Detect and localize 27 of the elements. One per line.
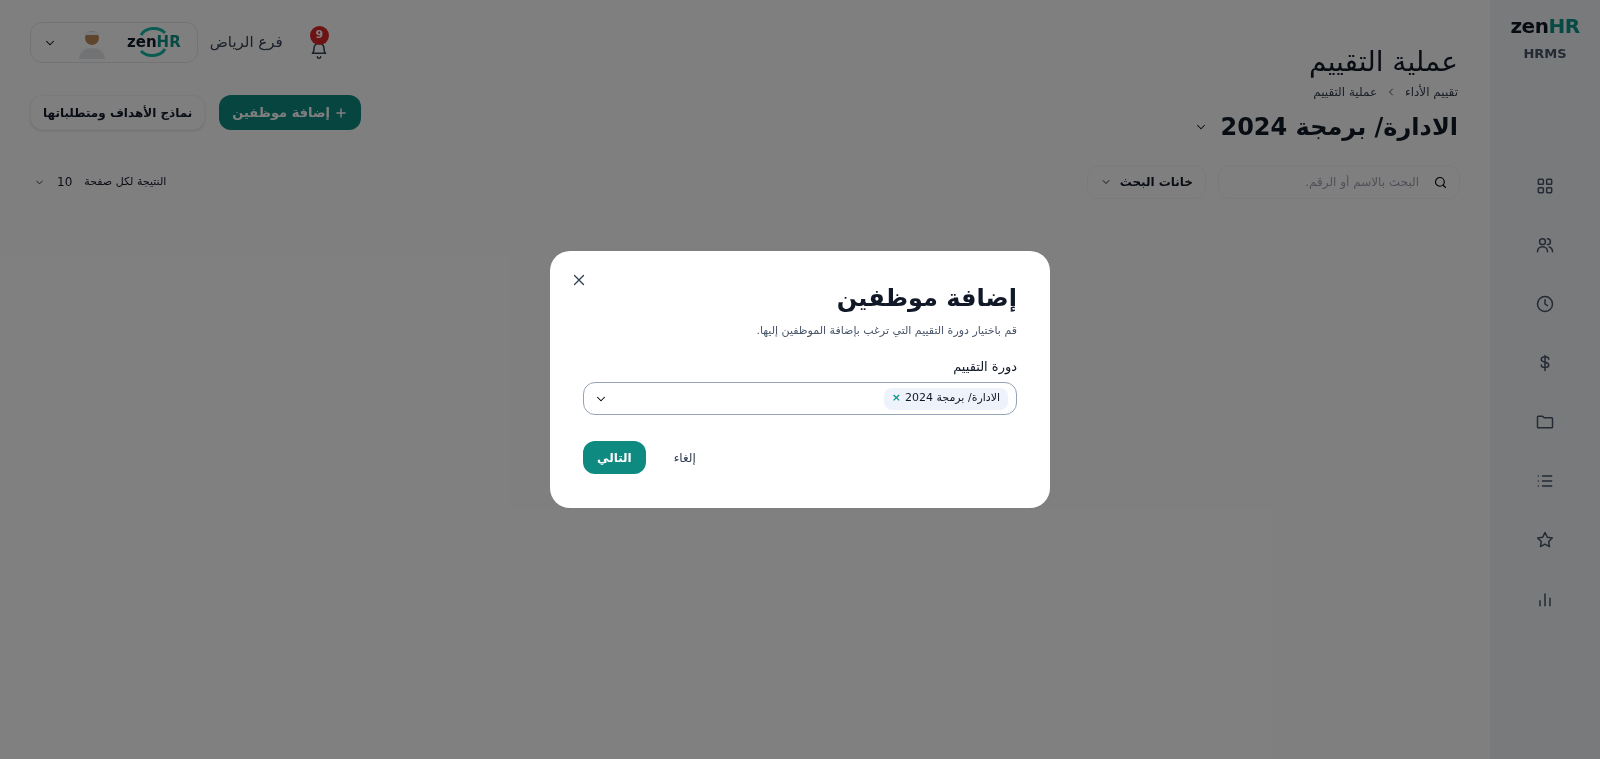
search-icon — [1433, 175, 1448, 190]
cycle-dropdown[interactable]: الادارة/ برمجة 2024 — [1194, 109, 1458, 145]
page-title: عملية التقييم — [1309, 44, 1458, 79]
logo-text: zenHR — [1510, 16, 1580, 36]
remove-tag-button[interactable]: × — [891, 390, 901, 407]
dialog-title: إضافة موظفين — [835, 283, 1017, 313]
cycle-select[interactable]: الادارة/ برمجة 2024 × — [583, 382, 1017, 415]
logo-subtitle: HRMS — [1523, 45, 1567, 63]
goal-templates-button[interactable]: نماذج الأهداف ومتطلباتها — [30, 95, 206, 130]
clock-icon[interactable] — [1535, 293, 1555, 314]
notification-button[interactable]: 9 — [294, 25, 329, 60]
field-label: دورة التقييم — [952, 357, 1017, 376]
dialog-description: قم باختيار دورة التقييم التي ترغب بإضافة الموظفين إليها. — [755, 323, 1017, 339]
branch-name: فرع الرياض — [209, 32, 283, 54]
next-button[interactable]: التالي — [583, 441, 646, 474]
cancel-button[interactable]: إلغاء — [665, 441, 704, 474]
add-employees-button[interactable]: إضافة موظفين — [219, 95, 361, 130]
plus-icon — [333, 105, 348, 120]
search-fields-dropdown[interactable]: خانات البحث — [1086, 165, 1206, 199]
page-size-dropdown[interactable]: 10 — [34, 173, 73, 191]
star-icon[interactable] — [1535, 529, 1555, 550]
company-switcher[interactable]: zenHR — [30, 22, 198, 63]
notification-badge: 9 — [309, 25, 329, 45]
breadcrumb-link[interactable]: تقييم الأداء — [1405, 83, 1458, 101]
page-size-label: النتيجة لكل صفحة — [84, 173, 167, 190]
tag-label: الادارة/ برمجة 2024 — [904, 390, 1000, 407]
breadcrumb-link[interactable]: عملية التقييم — [1313, 83, 1378, 101]
